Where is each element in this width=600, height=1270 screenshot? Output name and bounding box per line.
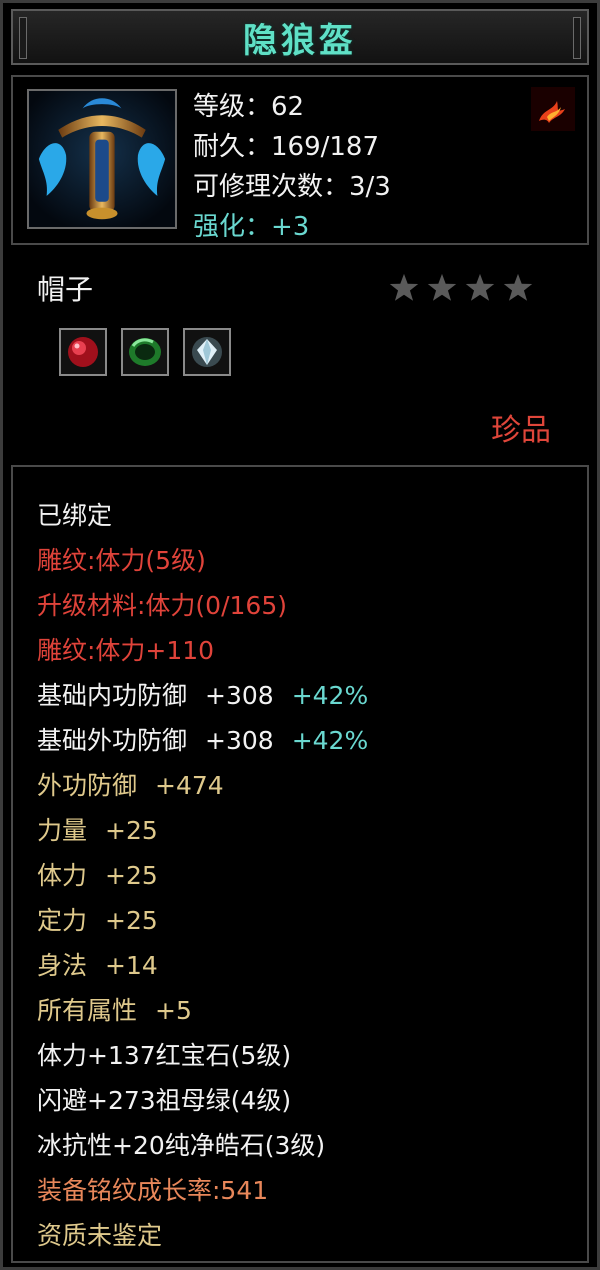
stat-value: +308 [205, 681, 274, 710]
strength-stat: 力量 +25 [37, 808, 587, 853]
level-text: 等级：62 [193, 92, 305, 122]
quality-label: 珍品 [491, 413, 551, 448]
star-icon [463, 271, 497, 305]
upgrade-material-line: 升级材料:体力(0/165) [37, 591, 287, 620]
stat-value: +25 [105, 906, 158, 935]
title-bar: 隐狼盔 [11, 9, 589, 65]
attributes-panel: 已绑定 雕纹:体力(5级) 升级材料:体力(0/165) 雕纹:体力+110 基… [11, 465, 589, 1263]
stat-value: +308 [205, 726, 274, 755]
focus-stat: 定力 +25 [37, 898, 587, 943]
star-rating [387, 271, 535, 305]
enhance-text: 强化：+3 [193, 212, 310, 242]
emerald-gem-icon[interactable] [121, 328, 169, 376]
stat-value: +5 [155, 996, 192, 1025]
stat-label: 定力 [37, 906, 88, 935]
item-info-box: 等级：62 耐久：169/187 可修理次数：3/3 强化：+3 [11, 75, 589, 245]
stat-percent: +42% [291, 681, 369, 710]
ruby-gem-icon[interactable] [59, 328, 107, 376]
gem-ruby-bonus: 体力+137红宝石(5级) [37, 1041, 292, 1070]
stat-label: 基础内功防御 [37, 681, 188, 710]
growth-rate: 装备铭纹成长率:541 [37, 1176, 269, 1205]
gem-slots [59, 328, 231, 376]
stat-value: +25 [105, 861, 158, 890]
engrave-line: 雕纹:体力(5级) [37, 546, 206, 575]
stat-label: 体力 [37, 861, 88, 890]
item-tooltip: 隐狼盔 等级：62 耐久：169/187 可修理次数：3/3 强化：+3 帽子 … [0, 0, 600, 1270]
agility-stat: 身法 +14 [37, 943, 587, 988]
diamond-gem-icon[interactable] [183, 328, 231, 376]
fire-element-icon [531, 87, 575, 131]
bound-status: 已绑定 [37, 501, 113, 530]
repair-count-text: 可修理次数：3/3 [193, 172, 391, 202]
gem-emerald-bonus: 闪避+273祖母绿(4级) [37, 1086, 292, 1115]
durability-text: 耐久：169/187 [193, 132, 380, 162]
stat-label: 基础外功防御 [37, 726, 188, 755]
header-stats: 等级：62 耐久：169/187 可修理次数：3/3 强化：+3 [193, 87, 391, 247]
stat-label: 所有属性 [37, 996, 138, 1025]
stat-value: +25 [105, 816, 158, 845]
star-icon [501, 271, 535, 305]
star-icon [425, 271, 459, 305]
item-type: 帽子 [37, 273, 94, 306]
all-stats: 所有属性 +5 [37, 988, 587, 1033]
outer-defense: 外功防御 +474 [37, 763, 587, 808]
stat-label: 外功防御 [37, 771, 138, 800]
stat-label: 力量 [37, 816, 88, 845]
star-icon [387, 271, 421, 305]
stat-value: +474 [155, 771, 224, 800]
stamina-stat: 体力 +25 [37, 853, 587, 898]
stat-value: +14 [105, 951, 158, 980]
base-outer-defense: 基础外功防御 +308 +42% [37, 718, 587, 763]
aptitude-status: 资质未鉴定 [37, 1221, 163, 1250]
item-name: 隐狼盔 [243, 20, 357, 61]
base-inner-defense: 基础内功防御 +308 +42% [37, 673, 587, 718]
gem-diamond-bonus: 冰抗性+20纯净皓石(3级) [37, 1131, 326, 1160]
helmet-icon [27, 89, 177, 229]
engrave-bonus-line: 雕纹:体力+110 [37, 636, 215, 665]
stat-label: 身法 [37, 951, 88, 980]
stat-percent: +42% [291, 726, 369, 755]
